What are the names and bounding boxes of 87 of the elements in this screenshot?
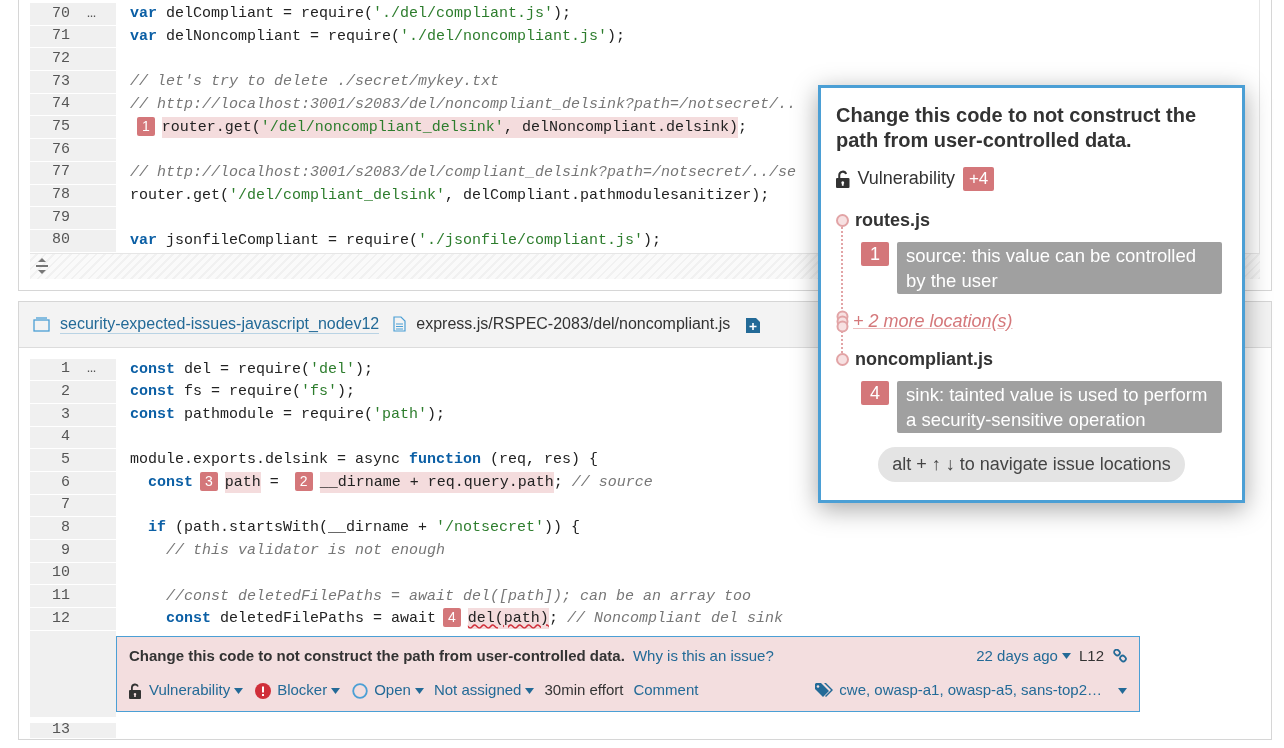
line-number: 10: [51, 563, 70, 584]
gutter-ellipsis[interactable]: …: [87, 2, 96, 26]
tag-icon: [815, 683, 834, 699]
code-line: 1 router.get('/del/noncompliant_delsink', delNoncompliant.delsink);: [130, 116, 747, 140]
line-number: 73: [51, 71, 70, 92]
line-number: 78: [51, 185, 70, 206]
caret-icon: [234, 687, 244, 694]
code-line: const pathmodule = require('path');: [130, 405, 446, 426]
line-number: 6: [60, 472, 70, 493]
line-number: 5: [60, 449, 70, 470]
line-number: 2: [60, 381, 70, 402]
type-dropdown[interactable]: Vulnerability: [149, 679, 244, 702]
caret-icon: [331, 687, 341, 694]
location-message[interactable]: source: this value can be controlled by the user: [897, 242, 1222, 294]
code-line: router.get('/del/compliant_delsink', delCompliant.pathmodulesanitizer);: [130, 185, 770, 206]
severity-dropdown[interactable]: Blocker: [277, 679, 341, 702]
code-line: module.exports.delsink = async function (req, res) {: [130, 450, 599, 471]
location-marker[interactable]: 4: [861, 381, 889, 405]
code-line: var delNoncompliant = require('./del/noncompliant.js');: [130, 26, 626, 47]
line-number: 74: [51, 94, 70, 115]
assignee-dropdown[interactable]: Not assigned: [433, 679, 535, 702]
file-icon: [393, 316, 407, 333]
line-number: 75: [51, 117, 70, 138]
line-number: 79: [51, 207, 70, 228]
effort-text: 30min effort: [544, 680, 624, 701]
location-marker[interactable]: 2: [294, 472, 313, 492]
issue-type: Vulnerability: [857, 167, 955, 190]
code-line: // let's try to delete ./secret/mykey.txt: [130, 72, 500, 93]
gutter-ellipsis[interactable]: …: [87, 358, 96, 381]
line-number: 3: [60, 404, 70, 425]
locations-count-badge: +4: [962, 166, 995, 191]
tags-dropdown[interactable]: cwe, owasp-a1, owasp-a5, sans-top2…: [839, 679, 1127, 702]
code-line: if (path.startsWith(__dirname + '/notsecret')) {: [147, 518, 581, 539]
line-number: 12: [51, 608, 70, 629]
project-link[interactable]: security-expected-issues-javascript_nodev12: [60, 314, 380, 334]
code-line: // this validator is not enough: [165, 541, 446, 562]
code-line: const 3 path = 2 __dirname + req.query.path; // source: [147, 472, 653, 495]
caret-icon: [1061, 653, 1071, 660]
why-link[interactable]: Why is this an issue?: [632, 644, 774, 668]
code-line: const deletedFilePaths = await 4 del(path); // Noncompliant del sink: [165, 608, 783, 631]
code-line: // http://localhost:3001/s2083/del/noncompliant_delsink?path=/notsecret/..: [130, 94, 797, 115]
location-marker[interactable]: 3: [200, 472, 218, 492]
code-line: const del = require('del');: [130, 359, 374, 380]
issue-age[interactable]: 22 days ago: [976, 644, 1071, 668]
file-name: noncompliant.js: [855, 347, 993, 371]
lock-icon: [129, 682, 141, 699]
line-number: 77: [51, 162, 70, 183]
code-line: //const deletedFilePaths = await del([path]); can be an array too: [165, 586, 752, 607]
line-number: 71: [51, 26, 70, 47]
line-number: 80: [51, 230, 70, 251]
code-line: var delCompliant = require('./del/compliant.js');: [130, 4, 572, 25]
line-number: 72: [51, 48, 70, 69]
code-line: const fs = require('fs');: [130, 382, 356, 403]
lock-icon: [836, 169, 850, 188]
line-number: 4: [60, 427, 70, 448]
caret-icon: [414, 687, 424, 694]
line-number: 1: [60, 359, 70, 380]
location-marker[interactable]: 1: [861, 242, 889, 266]
link-icon[interactable]: [1113, 649, 1127, 664]
location-marker[interactable]: 4: [443, 608, 461, 628]
line-number: 7: [60, 495, 70, 516]
comment-link[interactable]: Comment: [633, 679, 699, 702]
file-path: express.js/RSPEC-2083/del/noncompliant.js: [416, 314, 731, 335]
open-file-icon[interactable]: [746, 315, 761, 333]
more-locations-link[interactable]: + 2 more location(s): [853, 308, 1013, 335]
file-name: routes.js: [855, 208, 931, 232]
navigation-hint: alt + ↑ ↓ to navigate issue locations: [878, 447, 1185, 482]
code-line: // http://localhost:3001/s2083/del/compliant_delsink?path=/notsecret/../se: [130, 162, 797, 183]
line-number: 8: [60, 517, 70, 538]
popup-title: Change this code to not construct the path from user-controlled data.: [836, 103, 1197, 153]
location-marker[interactable]: 1: [137, 116, 155, 136]
line-number: 76: [51, 139, 70, 160]
status-dropdown[interactable]: Open: [374, 679, 424, 702]
caret-icon: [1118, 687, 1127, 694]
project-icon: [33, 316, 50, 332]
code-line: var jsonfileCompliant = require('./jsonfile/compliant.js');: [130, 230, 662, 251]
line-number: 70: [51, 3, 70, 24]
blocker-icon: [255, 682, 272, 699]
caret-icon: [525, 687, 535, 694]
issue-message[interactable]: Change this code to not construct the path from user-controlled data.: [129, 644, 625, 668]
expand-icon[interactable]: [36, 258, 48, 275]
line-number: 13: [51, 720, 70, 741]
issue-line: L12: [1078, 645, 1104, 666]
open-status-icon: [352, 682, 369, 699]
line-number: 11: [51, 586, 70, 607]
line-number: 9: [60, 540, 70, 561]
location-message[interactable]: sink: tainted value is used to perform a security-sensitive operation: [897, 381, 1222, 433]
